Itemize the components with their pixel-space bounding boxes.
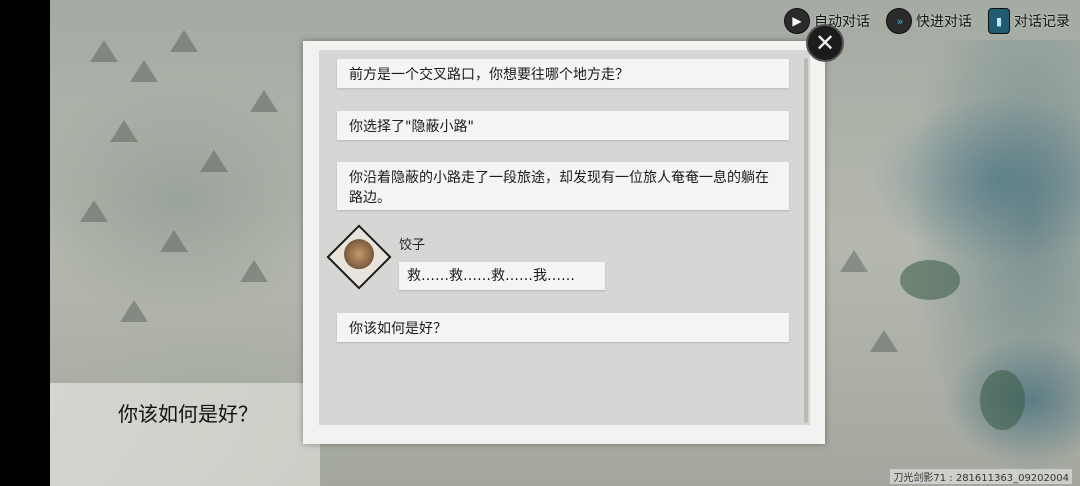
log-entry: 你选择了"隐蔽小路" <box>337 111 789 140</box>
log-entry: 前方是一个交叉路口，你想要往哪个地方走？ <box>337 59 789 88</box>
close-icon: ✕ <box>814 29 836 57</box>
mountain-decoration <box>170 30 198 52</box>
mountain-decoration <box>200 150 228 172</box>
mountain-decoration <box>160 230 188 252</box>
mountain-decoration <box>90 40 118 62</box>
watermark: 刀光剑影71 : 281611363_09202004 <box>890 469 1072 484</box>
book-icon: ▮ <box>988 8 1010 34</box>
left-letterbox <box>0 0 50 486</box>
dialogue-log-button[interactable]: ▮ 对话记录 <box>988 8 1070 34</box>
mountain-decoration <box>870 330 898 352</box>
mountain-decoration <box>80 200 108 222</box>
close-button[interactable]: ✕ <box>806 24 844 62</box>
dialogue-log-content <box>319 50 810 425</box>
log-entry: 你该如何是好？ <box>337 313 789 342</box>
speaker-line: 救……救……救……我…… <box>399 262 605 290</box>
game-screen: ▶ 自动对话 » 快进对话 ▮ 对话记录 你该如何是好？ 前方是一个交叉路口，你… <box>0 0 1080 486</box>
mountain-decoration <box>250 90 278 112</box>
mountain-decoration <box>240 260 268 282</box>
log-entry: 你沿着隐蔽的小路走了一段旅途，却发现有一位旅人奄奄一息的躺在路边。 <box>337 162 789 210</box>
mountain-decoration <box>130 60 158 82</box>
character-portrait <box>344 239 374 270</box>
island <box>900 260 960 300</box>
prompt-text: 你该如何是好？ <box>118 402 258 426</box>
mountain-decoration <box>110 120 138 142</box>
fast-forward-icon: » <box>886 8 912 34</box>
fast-dialogue-button[interactable]: » 快进对话 <box>886 8 972 34</box>
island <box>980 370 1025 430</box>
speaker-name: 饺子 <box>399 238 426 253</box>
fast-dialogue-label: 快进对话 <box>916 14 972 30</box>
mountain-decoration <box>840 250 868 272</box>
dialogue-log-label: 对话记录 <box>1014 14 1070 30</box>
play-icon: ▶ <box>784 8 810 34</box>
mountain-decoration <box>120 300 148 322</box>
log-scrollbar[interactable] <box>804 58 808 423</box>
